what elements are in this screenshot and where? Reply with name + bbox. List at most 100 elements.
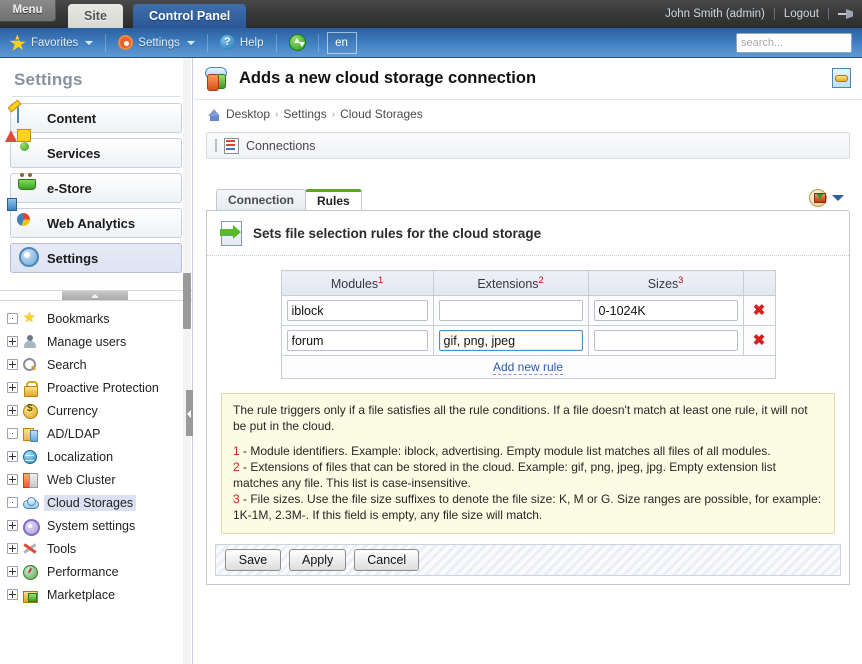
connections-bar[interactable]: Connections xyxy=(206,132,850,159)
star-icon xyxy=(9,35,27,50)
cell-delete: ✖ xyxy=(742,325,776,357)
expand-toggle-icon[interactable] xyxy=(7,313,18,324)
modules-input[interactable] xyxy=(286,300,428,322)
expand-toggle-icon[interactable] xyxy=(7,474,18,485)
expand-toggle-icon[interactable] xyxy=(7,589,18,600)
logout-link[interactable]: Logout xyxy=(784,0,819,28)
tree-item-marketplace[interactable]: Marketplace xyxy=(0,583,192,606)
breadcrumb-item-cloud-storages[interactable]: Cloud Storages xyxy=(340,107,423,121)
tree-item-currency[interactable]: Currency xyxy=(0,399,192,422)
tree-item-bookmarks[interactable]: Bookmarks xyxy=(0,307,192,330)
breadcrumb-item-settings[interactable]: Settings xyxy=(283,107,326,121)
tree-item-cloud-storages[interactable]: Cloud Storages xyxy=(0,491,192,514)
settings-menu[interactable]: Settings xyxy=(108,28,205,58)
panel-heading: Sets file selection rules for the cloud … xyxy=(253,225,542,241)
column-header-sizes: Sizes3 xyxy=(587,269,744,297)
divider xyxy=(12,96,180,97)
scrollbar-thumb[interactable] xyxy=(183,273,191,329)
expand-toggle-icon[interactable] xyxy=(7,382,18,393)
gear-icon xyxy=(118,35,134,50)
link-page-icon[interactable] xyxy=(832,68,852,88)
tree-item-tools[interactable]: Tools xyxy=(0,537,192,560)
modules-input[interactable] xyxy=(286,330,428,352)
tree-item-performance[interactable]: Performance xyxy=(0,560,192,583)
favorites-menu[interactable]: Favorites xyxy=(0,28,103,58)
tree-item-label: Manage users xyxy=(47,334,127,349)
sizes-input[interactable] xyxy=(593,300,738,322)
search-box[interactable] xyxy=(736,33,862,53)
expand-toggle-icon[interactable] xyxy=(7,451,18,462)
chevron-down-icon[interactable] xyxy=(832,195,844,201)
sidebar-scrollbar[interactable] xyxy=(183,58,191,664)
tree-item-label: Tools xyxy=(47,541,77,556)
sidebar-item-estore[interactable]: e-Store xyxy=(10,173,182,203)
top-tab-site[interactable]: Site xyxy=(68,4,123,28)
home-icon[interactable] xyxy=(208,108,221,121)
extensions-input[interactable] xyxy=(438,330,583,352)
favorites-label: Favorites xyxy=(31,36,79,49)
expand-toggle-icon[interactable] xyxy=(7,497,18,508)
tab-body: Sets file selection rules for the cloud … xyxy=(206,210,850,585)
extensions-input[interactable] xyxy=(438,300,583,322)
tab-rules[interactable]: Rules xyxy=(305,189,362,210)
globe-icon xyxy=(23,449,39,464)
tree-item-web-cluster[interactable]: Web Cluster xyxy=(0,468,192,491)
content-icon xyxy=(17,106,39,129)
help-button[interactable]: ? Help xyxy=(210,28,274,58)
tree-item-label: Performance xyxy=(47,564,119,579)
connections-label: Connections xyxy=(246,138,316,153)
sidebar-collapse-handle[interactable] xyxy=(186,390,193,436)
breadcrumb-item-desktop[interactable]: Desktop xyxy=(226,107,270,121)
top-tab-control-panel[interactable]: Control Panel xyxy=(133,4,247,28)
sync-button[interactable] xyxy=(279,28,316,58)
sidebar-splitter[interactable] xyxy=(0,290,192,301)
apply-button[interactable]: Apply xyxy=(289,548,347,571)
tree-item-localization[interactable]: Localization xyxy=(0,445,192,468)
sizes-input[interactable] xyxy=(593,330,738,352)
panel-heading-row: Sets file selection rules for the cloud … xyxy=(207,211,849,256)
expand-toggle-icon[interactable] xyxy=(7,405,18,416)
cell-delete: ✖ xyxy=(742,295,776,327)
sidebar-item-web-analytics[interactable]: Web Analytics xyxy=(10,208,182,238)
tree-item-proactive-protection[interactable]: Proactive Protection xyxy=(0,376,192,399)
ldap-icon xyxy=(23,427,39,442)
table-row: ✖ xyxy=(280,325,776,357)
tab-connection[interactable]: Connection xyxy=(216,189,306,210)
language-selector[interactable]: en xyxy=(326,31,357,54)
expand-toggle-icon[interactable] xyxy=(7,336,18,347)
add-new-rule-link[interactable]: Add new rule xyxy=(492,360,564,376)
tree-item-manage-users[interactable]: Manage users xyxy=(0,330,192,353)
expand-toggle-icon[interactable] xyxy=(7,543,18,554)
main-toolbar: Favorites Settings ? Help en xyxy=(0,28,862,58)
sidebar-item-label: Content xyxy=(47,110,97,126)
expand-toggle-icon[interactable] xyxy=(7,566,18,577)
sidebar-item-settings[interactable]: Settings xyxy=(10,243,182,273)
tree-item-label: AD/LDAP xyxy=(47,426,101,441)
tree-item-ad-ldap[interactable]: AD/LDAP xyxy=(0,422,192,445)
cancel-button[interactable]: Cancel xyxy=(354,548,420,571)
save-button[interactable]: Save xyxy=(225,548,281,571)
expand-toggle-icon[interactable] xyxy=(7,428,18,439)
expand-toggle-icon[interactable] xyxy=(7,359,18,370)
help-note-box: The rule triggers only if a file satisfi… xyxy=(221,393,835,534)
sidebar-item-label: Settings xyxy=(47,250,99,266)
divider: | xyxy=(827,8,830,20)
sidebar-item-services[interactable]: Services xyxy=(10,138,182,168)
cart-icon xyxy=(17,177,39,199)
delete-icon[interactable]: ✖ xyxy=(753,302,766,319)
delete-icon[interactable]: ✖ xyxy=(753,332,766,349)
search-input[interactable] xyxy=(737,34,862,52)
settings-label: Settings xyxy=(138,36,180,49)
tree-item-search[interactable]: Search xyxy=(0,353,192,376)
table-row: ✖ xyxy=(280,295,776,327)
pin-icon[interactable] xyxy=(838,8,854,20)
splitter-grip[interactable] xyxy=(62,291,128,300)
download-icon[interactable] xyxy=(809,189,827,207)
menu-button[interactable]: Menu xyxy=(0,0,56,22)
column-header-modules: Modules1 xyxy=(280,269,434,297)
tree-item-system-settings[interactable]: System settings xyxy=(0,514,192,537)
drag-handle[interactable] xyxy=(215,139,217,152)
expand-toggle-icon[interactable] xyxy=(7,520,18,531)
sidebar-item-content[interactable]: Content xyxy=(10,103,182,133)
lock-icon xyxy=(23,380,39,397)
